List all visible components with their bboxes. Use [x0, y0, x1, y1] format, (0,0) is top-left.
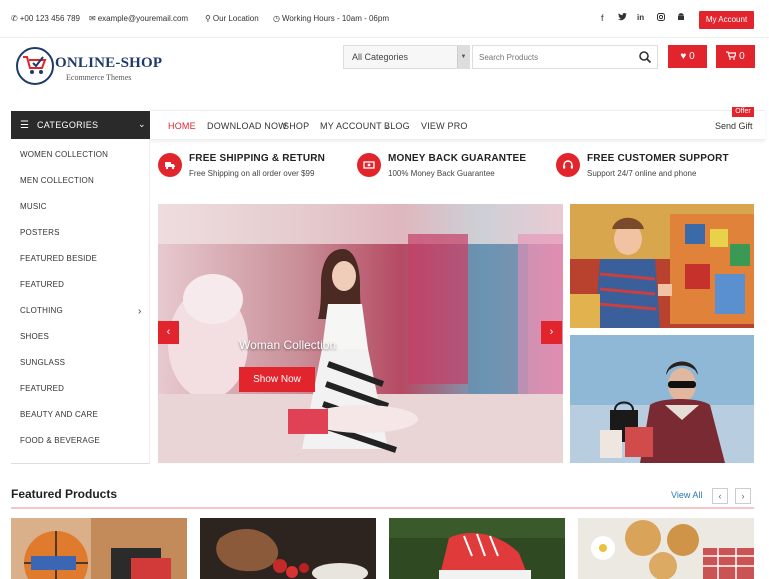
categories-title: CATEGORIES [37, 120, 99, 130]
feature-subtitle: 100% Money Back Guarantee [388, 169, 495, 178]
nav-shop[interactable]: SHOP [283, 121, 309, 131]
phone-icon: ✆ [11, 14, 18, 23]
envelope-icon: ✉ [89, 14, 96, 23]
product-image-ball [11, 518, 187, 579]
category-shoes[interactable]: SHOES [20, 332, 49, 341]
chevron-left-icon: ‹ [718, 491, 722, 501]
nav-blog[interactable]: BLOG [384, 121, 410, 131]
heart-icon: ♥ [680, 51, 687, 62]
location-info[interactable]: ⚲ Our Location [205, 14, 259, 23]
email-info[interactable]: ✉ example@youremail.com [89, 14, 188, 23]
clock-icon: ◷ [273, 14, 280, 23]
nav-view-pro[interactable]: VIEW PRO [421, 121, 468, 131]
categories-list: WOMEN COLLECTION MEN COLLECTION MUSIC PO… [11, 139, 150, 464]
feature-title: FREE CUSTOMER SUPPORT [587, 153, 729, 164]
category-featured-2[interactable]: FEATURED [20, 384, 64, 393]
product-image-cookies [578, 518, 754, 579]
products-next-button[interactable]: › [735, 488, 751, 504]
product-card[interactable] [11, 518, 187, 579]
wishlist-count: 0 [689, 51, 695, 62]
product-image-sneaker [389, 518, 565, 579]
view-all-link[interactable]: View All [671, 490, 702, 500]
category-sunglass[interactable]: SUNGLASS [20, 358, 65, 367]
category-men-collection[interactable]: MEN COLLECTION [20, 176, 94, 185]
category-featured[interactable]: FEATURED [20, 280, 64, 289]
offer-badge: Offer [732, 107, 754, 117]
logo-subtitle: Ecommerce Themes [66, 73, 132, 82]
linkedin-icon[interactable]: in [637, 13, 644, 22]
section-divider [11, 507, 754, 509]
product-card[interactable] [200, 518, 376, 579]
chevron-down-icon: ⌄ [138, 119, 146, 129]
featured-products-title: Featured Products [11, 487, 118, 501]
logo-title[interactable]: ONLINE-SHOP [55, 55, 162, 72]
nav-download-now[interactable]: DOWNLOAD NOW [207, 121, 287, 131]
product-card[interactable] [389, 518, 565, 579]
products-prev-button[interactable]: ‹ [712, 488, 728, 504]
nav-home[interactable]: HOME [168, 121, 196, 131]
kids-toys-image [570, 204, 754, 328]
money-icon [357, 153, 381, 177]
my-account-button[interactable]: My Account [699, 11, 754, 29]
promo-banner-kids[interactable] [570, 204, 754, 328]
feature-subtitle: Free Shipping on all order over $99 [189, 169, 315, 178]
hero-image [158, 204, 563, 463]
slider-prev-button[interactable]: ‹ [158, 321, 179, 344]
category-select-value: All Categories [352, 52, 409, 62]
android-icon[interactable] [677, 13, 685, 24]
nav-my-account[interactable]: MY ACCOUNT ⌄ [320, 121, 391, 131]
chevron-right-icon[interactable]: › [138, 306, 141, 317]
headset-icon [556, 153, 580, 177]
category-food-beverage[interactable]: FOOD & BEVERAGE [20, 436, 100, 445]
category-beauty-and-care[interactable]: BEAUTY AND CARE [20, 410, 98, 419]
category-women-collection[interactable]: WOMEN COLLECTION [20, 150, 108, 159]
phone-info: ✆ +00 123 456 789 [11, 14, 80, 23]
instagram-icon[interactable] [657, 13, 665, 23]
facebook-icon[interactable]: f [601, 13, 604, 23]
chevron-right-icon: › [741, 491, 745, 501]
truck-icon [158, 153, 182, 177]
hero-slider[interactable] [158, 204, 563, 463]
category-music[interactable]: MUSIC [20, 202, 47, 211]
chevron-left-icon: ‹ [166, 326, 171, 338]
chevron-right-icon: › [549, 326, 554, 338]
product-image-food [200, 518, 376, 579]
search-input[interactable] [472, 45, 658, 69]
cart-button[interactable]: 0 [716, 45, 755, 68]
feature-title: FREE SHIPPING & RETURN [189, 153, 326, 164]
search-icon[interactable] [636, 49, 654, 65]
category-posters[interactable]: POSTERS [20, 228, 60, 237]
map-marker-icon: ⚲ [205, 14, 211, 23]
feature-title: MONEY BACK GUARANTEE [388, 153, 527, 164]
chevron-down-icon: ▼ [457, 46, 469, 68]
slider-next-button[interactable]: › [541, 321, 562, 344]
logo-cart-icon [23, 56, 47, 74]
category-clothing[interactable]: CLOTHING [20, 306, 63, 315]
category-featured-beside[interactable]: FEATURED BESIDE [20, 254, 97, 263]
feature-subtitle: Support 24/7 online and phone [587, 169, 697, 178]
show-now-button[interactable]: Show Now [239, 367, 315, 392]
hours-info: ◷ Working Hours - 10am - 06pm [273, 14, 389, 23]
category-select[interactable]: All Categories ▼ [343, 45, 470, 69]
shopping-woman-image [570, 335, 754, 463]
slide-caption: Woman Collection [239, 338, 337, 352]
hamburger-icon: ☰ [20, 120, 29, 131]
promo-banner-shopping[interactable] [570, 335, 754, 463]
categories-toggle[interactable]: ☰ CATEGORIES ⌄ [11, 111, 150, 139]
cart-count: 0 [739, 51, 745, 62]
send-gift-link[interactable]: Send Gift [715, 121, 753, 131]
product-card[interactable] [578, 518, 754, 579]
twitter-icon[interactable] [618, 13, 627, 23]
wishlist-button[interactable]: ♥ 0 [668, 45, 707, 68]
cart-icon [726, 51, 739, 62]
